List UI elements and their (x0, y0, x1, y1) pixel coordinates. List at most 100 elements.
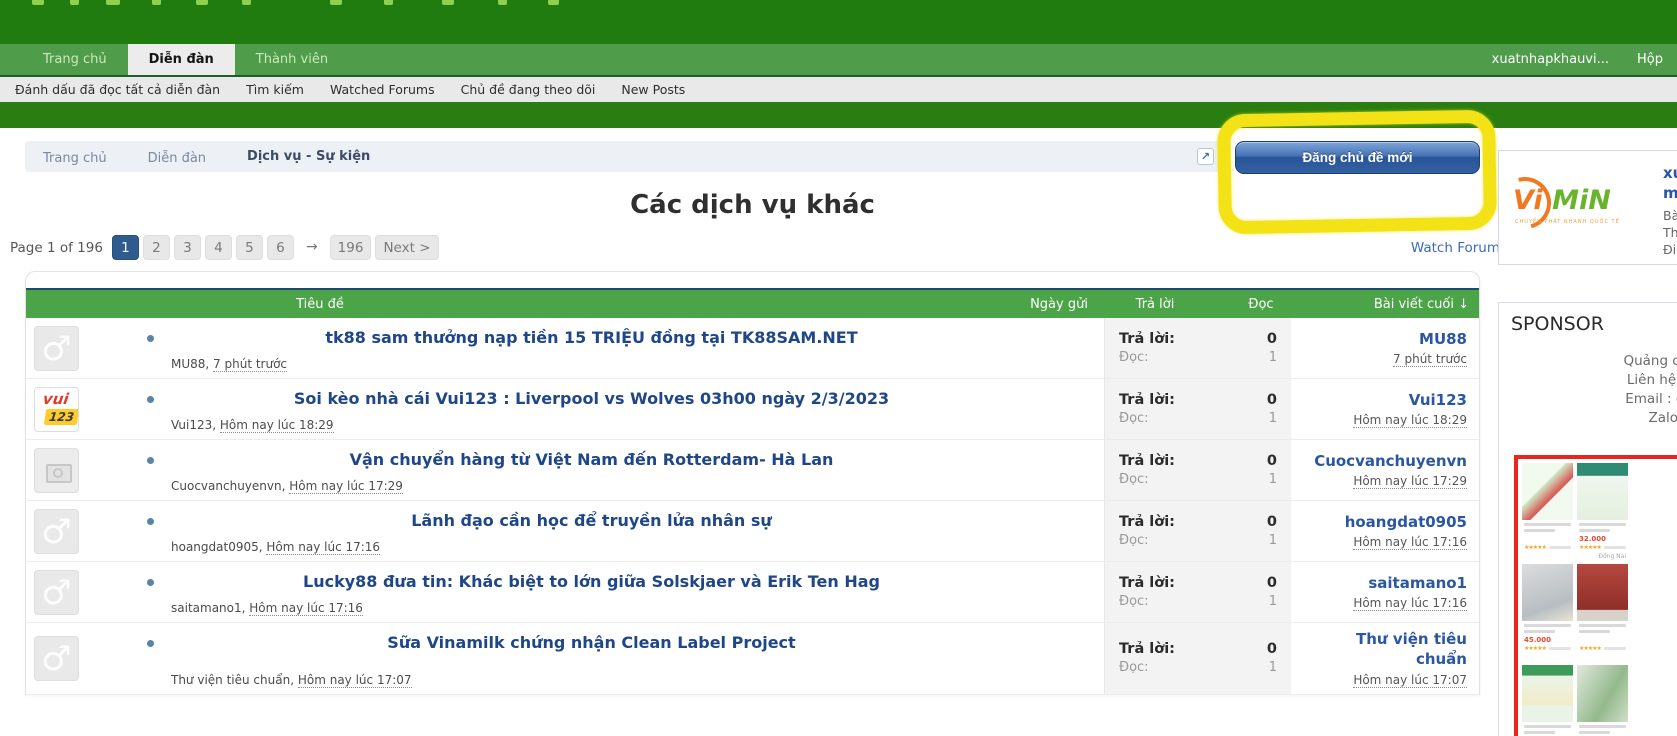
replies-count: 0 (1267, 331, 1277, 347)
thread-time-link[interactable]: Hôm nay lúc 18:29 (220, 418, 334, 433)
views-count: 1 (1269, 411, 1277, 426)
thread-time-link[interactable]: Hôm nay lúc 17:07 (298, 673, 412, 688)
last-post-time-link[interactable]: 7 phút trước (1393, 352, 1467, 367)
pagination-row: Page 1 of 196 123456 → 196 Next > Watch … (25, 235, 1480, 260)
ad-rating-row: ★★★★★ (1579, 544, 1626, 551)
ad-location: Đồng Nai (1579, 553, 1626, 560)
column-header-views[interactable]: Đọc (1206, 297, 1316, 312)
user-menu[interactable]: xuatnhapkhauvi... (1478, 52, 1623, 67)
watch-forum-link[interactable]: Watch Forum (1411, 240, 1500, 256)
page-button[interactable]: 2 (143, 235, 170, 260)
nav-tab[interactable]: Thành viên (235, 44, 349, 75)
ad-text-placeholder (1524, 529, 1555, 532)
breadcrumb-links: Trang chủ Diễn đàn (43, 147, 247, 166)
thread-author-link[interactable]: Thư viện tiêu chuẩn (171, 673, 298, 687)
thread-title-link[interactable]: Lucky88 đưa tin: Khác biệt to lớn giữa S… (303, 572, 880, 591)
page-button[interactable]: 4 (205, 235, 232, 260)
last-post-time-link[interactable]: Hôm nay lúc 17:29 (1353, 474, 1467, 489)
subnav-item[interactable]: Tìm kiếm (233, 82, 317, 97)
sponsor-ad-image[interactable]: ★★★★★ 32.000 ★★★★★ Đồng Nai (1514, 455, 1677, 736)
subnav-item[interactable]: Đánh dấu đã đọc tất cả diễn đàn (2, 82, 233, 97)
ad-price (1524, 535, 1571, 543)
subnav-item[interactable]: Chủ đề đang theo dõi (448, 82, 609, 97)
thread-time-link[interactable]: 7 phút trước (213, 357, 287, 372)
ad-text-placeholder (1524, 725, 1571, 728)
thread-time-link[interactable]: Hôm nay lúc 17:29 (289, 479, 403, 494)
page-button[interactable]: 5 (236, 235, 263, 260)
ad-product-tile: ★★★★★ (1577, 564, 1628, 661)
nav-tabs: Trang chủ Diễn đàn Thành viên (22, 44, 349, 75)
subnav-item[interactable]: Watched Forums (317, 82, 448, 97)
thread-title-link[interactable]: Sữa Vinamilk chứng nhận Clean Label Proj… (387, 633, 795, 652)
avatar[interactable] (34, 448, 79, 493)
thread-author-link[interactable]: Cuocvanchuyenvn (171, 479, 289, 493)
nav-tab[interactable]: Diễn đàn (128, 44, 235, 75)
external-link-icon[interactable]: ↗ (1197, 148, 1214, 165)
last-post-user-link[interactable]: hoangdat0905 (1345, 512, 1467, 532)
last-post-cell: Thư viện tiêu chuẩn Hôm nay lúc 17:07 (1291, 623, 1479, 694)
ad-product-tile: 32.000 ★★★★★ Đồng Nai (1577, 463, 1628, 560)
thread-title-link[interactable]: Soi kèo nhà cái Vui123 : Liverpool vs Wo… (294, 389, 889, 408)
vimini-logo[interactable]: Vi MiN CHUYỂN PHÁT NHANH QUỐC TẾ (1513, 161, 1637, 255)
views-label: Đọc: (1119, 350, 1149, 365)
thread-title-link[interactable]: Vận chuyển hàng từ Việt Nam đến Rotterda… (350, 450, 834, 469)
table-header: Tiêu đề Ngày gửi Trả lời Đọc Bài viết cu… (26, 288, 1479, 318)
last-post-user-link[interactable]: Cuocvanchuyenvn (1314, 451, 1467, 471)
replies-count: 0 (1267, 453, 1277, 469)
logo-tagline: CHUYỂN PHÁT NHANH QUỐC TẾ (1515, 219, 1620, 225)
thread-author-link[interactable]: MU88 (171, 357, 213, 371)
sponsor-contact: Quảng cáo tại đâyLiên hệ QC tin vipEmail… (1511, 352, 1677, 428)
column-header-date[interactable]: Ngày gửi (1014, 297, 1104, 312)
avatar[interactable] (34, 636, 79, 681)
avatar[interactable] (34, 570, 79, 615)
column-header-replies[interactable]: Trả lời (1104, 297, 1206, 312)
thread-stats-cell: Trả lời: 0 Đọc: 1 (1104, 562, 1291, 622)
next-page-button[interactable]: Next > (375, 235, 438, 260)
avatar[interactable] (34, 326, 79, 371)
thread-time-link[interactable]: Hôm nay lúc 17:16 (249, 601, 363, 616)
subnav-item[interactable]: New Posts (608, 82, 698, 97)
ad-product-photo (1522, 463, 1573, 520)
avatar[interactable] (34, 509, 79, 554)
site-logo-remnant (384, 0, 393, 5)
member-stat: Thích (1663, 224, 1677, 241)
new-thread-button[interactable]: Đăng chủ đề mới (1235, 141, 1480, 174)
thread-time-link[interactable]: Hôm nay lúc 17:16 (266, 540, 380, 555)
thread-author-link[interactable]: hoangdat0905 (171, 540, 266, 554)
ad-product-photo (1577, 665, 1628, 722)
last-post-user-link[interactable]: saitamano1 (1368, 573, 1467, 593)
avatar[interactable] (34, 387, 79, 432)
nav-tab[interactable]: Trang chủ (22, 44, 128, 75)
thread-main-cell: tk88 sam thưởng nạp tiền 15 TRIỆU đồng t… (79, 318, 1104, 378)
last-post-user-link[interactable]: Thư viện tiêu chuẩn (1356, 629, 1467, 670)
breadcrumb-item[interactable]: Diễn đàn (148, 151, 206, 166)
inbox-link[interactable]: Hộp (1623, 52, 1677, 67)
thread-author-link[interactable]: Vui123 (171, 418, 220, 432)
breadcrumb-item[interactable]: Trang chủ (43, 151, 107, 166)
page-button[interactable]: 1 (112, 235, 139, 260)
last-post-user-link[interactable]: MU88 (1419, 329, 1467, 349)
thread-author-link[interactable]: saitamano1 (171, 601, 249, 615)
last-post-time-link[interactable]: Hôm nay lúc 17:16 (1353, 596, 1467, 611)
replies-count: 0 (1267, 575, 1277, 591)
page-button[interactable]: 6 (267, 235, 294, 260)
last-page-button[interactable]: 196 (330, 235, 372, 260)
last-post-cell: Cuocvanchuyenvn Hôm nay lúc 17:29 (1291, 440, 1479, 500)
member-name-link[interactable]: xua min (1663, 163, 1677, 203)
thread-title-link[interactable]: Lãnh đạo cần học để truyền lửa nhân sự (411, 511, 772, 530)
ad-location (1579, 654, 1626, 661)
thread-title-link[interactable]: tk88 sam thưởng nạp tiền 15 TRIỆU đồng t… (325, 328, 857, 347)
replies-label: Trả lời: (1119, 514, 1175, 530)
unread-dot (147, 396, 154, 403)
thread-row: Soi kèo nhà cái Vui123 : Liverpool vs Wo… (26, 379, 1479, 440)
page-button[interactable]: 3 (174, 235, 201, 260)
thread-stats-cell: Trả lời: 0 Đọc: 1 (1104, 440, 1291, 500)
ad-text-placeholder (1524, 523, 1571, 526)
views-count: 1 (1269, 533, 1277, 548)
last-post-time-link[interactable]: Hôm nay lúc 17:07 (1353, 673, 1467, 688)
last-post-user-link[interactable]: Vui123 (1409, 390, 1467, 410)
column-header-title[interactable]: Tiêu đề (26, 297, 1014, 312)
column-header-lastpost[interactable]: Bài viết cuối ↓ (1316, 297, 1479, 312)
last-post-time-link[interactable]: Hôm nay lúc 18:29 (1353, 413, 1467, 428)
last-post-time-link[interactable]: Hôm nay lúc 17:16 (1353, 535, 1467, 550)
